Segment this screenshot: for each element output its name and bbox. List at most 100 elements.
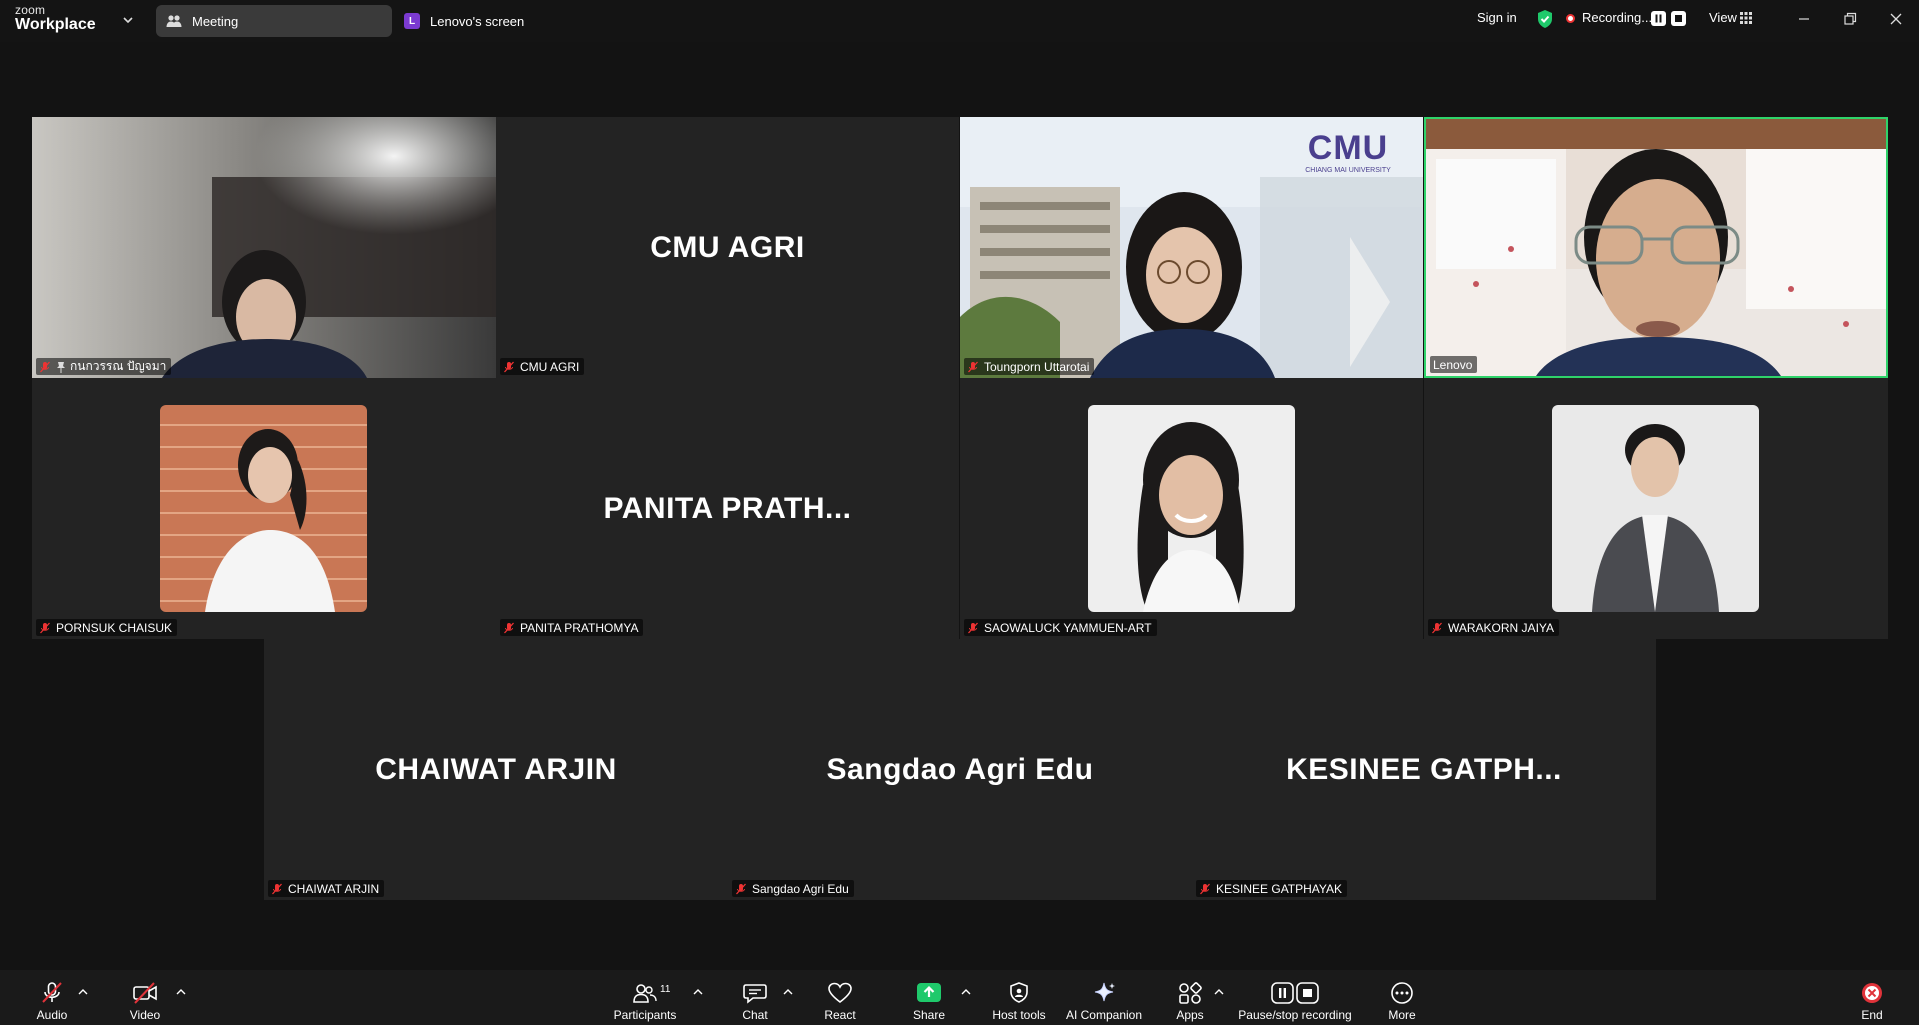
react-button[interactable]: React xyxy=(822,970,858,1025)
participant-nameplate: KESINEE GATPHAYAK xyxy=(1196,880,1348,897)
chat-button[interactable]: Chat xyxy=(739,970,771,1025)
pause-stop-recording-label: Pause/stop recording xyxy=(1238,1008,1352,1022)
minimize-icon[interactable] xyxy=(1795,10,1813,28)
heart-icon xyxy=(828,982,852,1004)
pin-icon xyxy=(57,361,65,373)
participant-name: Lenovo xyxy=(1433,357,1473,372)
ai-companion-button[interactable]: AI Companion xyxy=(1064,970,1144,1025)
share-options-caret-icon[interactable] xyxy=(961,988,971,996)
muted-mic-icon xyxy=(968,622,978,633)
apps-label: Apps xyxy=(1176,1008,1204,1022)
title-bar: zoom Workplace Meeting L Lenovo's screen… xyxy=(0,0,1919,42)
stop-recording-icon[interactable] xyxy=(1671,11,1686,26)
participants-options-caret-icon[interactable] xyxy=(693,988,703,996)
sign-in-link[interactable]: Sign in xyxy=(1477,10,1517,25)
participant-display-name: KESINEE GATPH... xyxy=(1286,752,1562,786)
muted-mic-icon xyxy=(40,622,50,633)
tab-meeting-label: Meeting xyxy=(192,13,239,29)
apps-button[interactable]: Apps xyxy=(1172,970,1208,1025)
cmu-logo-text: CMU xyxy=(1307,129,1389,167)
host-tools-button[interactable]: Host tools xyxy=(989,970,1049,1025)
chat-options-caret-icon[interactable] xyxy=(783,988,793,996)
participant-name: Toungporn Uttarotai xyxy=(984,359,1090,374)
tab-shared-screen[interactable]: L Lenovo's screen xyxy=(404,5,524,37)
participant-name: SAOWALUCK YAMMUEN-ART xyxy=(984,620,1152,635)
participant-nameplate: Sangdao Agri Edu xyxy=(732,880,854,897)
participant-nameplate: PORNSUK CHAISUK xyxy=(36,619,178,636)
more-ellipsis-icon xyxy=(1391,982,1413,1004)
participant-display-name: PANITA PRATH... xyxy=(603,491,852,525)
close-icon[interactable] xyxy=(1887,10,1905,28)
logo-zoom-text: zoom xyxy=(15,3,46,17)
participants-icon xyxy=(633,984,657,1003)
video-off-icon xyxy=(133,982,157,1004)
audio-options-caret-icon[interactable] xyxy=(78,988,88,996)
chat-label: Chat xyxy=(742,1008,768,1022)
pause-recording-icon[interactable] xyxy=(1651,11,1666,26)
video-tile[interactable]: SAOWALUCK YAMMUEN-ART xyxy=(960,378,1423,639)
muted-mic-icon xyxy=(1200,883,1210,894)
end-meeting-button[interactable]: End xyxy=(1858,970,1886,1025)
participant-profile-photo xyxy=(160,405,367,612)
end-label: End xyxy=(1861,1008,1883,1022)
video-tile[interactable]: PORNSUK CHAISUK xyxy=(32,378,496,639)
more-button[interactable]: More xyxy=(1386,970,1418,1025)
muted-mic-icon xyxy=(736,883,746,894)
video-options-caret-icon[interactable] xyxy=(176,988,186,996)
muted-mic-icon xyxy=(40,361,50,372)
video-tile[interactable]: WARAKORN JAIYA xyxy=(1424,378,1888,639)
recording-dot-icon xyxy=(1566,14,1575,23)
more-label: More xyxy=(1388,1008,1416,1022)
grid-view-icon[interactable] xyxy=(1739,11,1753,25)
participant-nameplate: Lenovo xyxy=(1430,356,1478,373)
participant-nameplate: CHAIWAT ARJIN xyxy=(268,880,385,897)
host-shield-icon xyxy=(1010,982,1028,1003)
participant-name: CMU AGRI xyxy=(520,359,580,374)
video-tile[interactable]: CMU CHIANG MAI UNIVERSITY Toungporn Utta… xyxy=(960,117,1423,378)
muted-mic-icon xyxy=(504,361,514,372)
participant-name: WARAKORN JAIYA xyxy=(1448,620,1555,635)
video-tile[interactable]: CMU AGRI CMU AGRI xyxy=(496,117,959,378)
participant-name: CHAIWAT ARJIN xyxy=(288,881,380,896)
muted-mic-icon xyxy=(272,883,282,894)
tab-meeting[interactable]: Meeting xyxy=(156,5,392,37)
chat-icon xyxy=(743,984,767,1004)
ai-companion-label: AI Companion xyxy=(1065,1008,1143,1022)
end-close-icon xyxy=(1862,983,1882,1003)
active-speaker-tile[interactable]: Lenovo xyxy=(1424,117,1888,378)
audio-button[interactable]: Audio xyxy=(34,970,70,1025)
chevron-down-icon[interactable] xyxy=(121,13,135,27)
participant-nameplate: SAOWALUCK YAMMUEN-ART xyxy=(964,619,1157,636)
participant-name: PORNSUK CHAISUK xyxy=(56,620,173,635)
participants-count: 11 xyxy=(660,984,671,995)
apps-options-caret-icon[interactable] xyxy=(1214,988,1224,996)
tab-shared-screen-label: Lenovo's screen xyxy=(430,13,525,29)
meeting-toolbar: Audio Video Participants 11 Chat React S… xyxy=(0,970,1919,1025)
participant-video xyxy=(1426,119,1886,376)
view-button[interactable]: View xyxy=(1709,10,1737,25)
participant-nameplate: กนกวรรณ ปัญจมา xyxy=(36,358,172,375)
audio-label: Audio xyxy=(36,1008,68,1022)
participant-video xyxy=(32,117,496,378)
video-tile[interactable]: PANITA PRATH... PANITA PRATHOMYA xyxy=(496,378,959,639)
cmu-logo-subtext: CHIANG MAI UNIVERSITY xyxy=(1305,167,1391,174)
encryption-shield-icon[interactable] xyxy=(1536,9,1554,29)
participant-display-name: Sangdao Agri Edu xyxy=(826,752,1094,786)
video-tile[interactable]: KESINEE GATPH... KESINEE GATPHAYAK xyxy=(1192,639,1656,900)
participant-nameplate: WARAKORN JAIYA xyxy=(1428,619,1560,636)
cmu-background-logo: CMU CHIANG MAI UNIVERSITY xyxy=(1296,131,1400,174)
participants-button[interactable]: Participants xyxy=(612,970,678,1025)
pause-stop-recording-button[interactable]: Pause/stop recording xyxy=(1236,970,1354,1025)
video-tile[interactable]: กนกวรรณ ปัญจมา xyxy=(32,117,496,378)
meeting-people-icon xyxy=(166,15,182,27)
share-label: Share xyxy=(912,1008,946,1022)
video-tile[interactable]: CHAIWAT ARJIN CHAIWAT ARJIN xyxy=(264,639,728,900)
restore-window-icon[interactable] xyxy=(1841,10,1859,28)
share-button[interactable]: Share xyxy=(911,970,947,1025)
participants-label: Participants xyxy=(613,1008,677,1022)
muted-mic-icon xyxy=(1432,622,1442,633)
participant-name: กนกวรรณ ปัญจมา xyxy=(70,359,167,373)
participant-profile-photo xyxy=(1552,405,1759,612)
video-tile[interactable]: Sangdao Agri Edu Sangdao Agri Edu xyxy=(728,639,1192,900)
video-button[interactable]: Video xyxy=(127,970,163,1025)
